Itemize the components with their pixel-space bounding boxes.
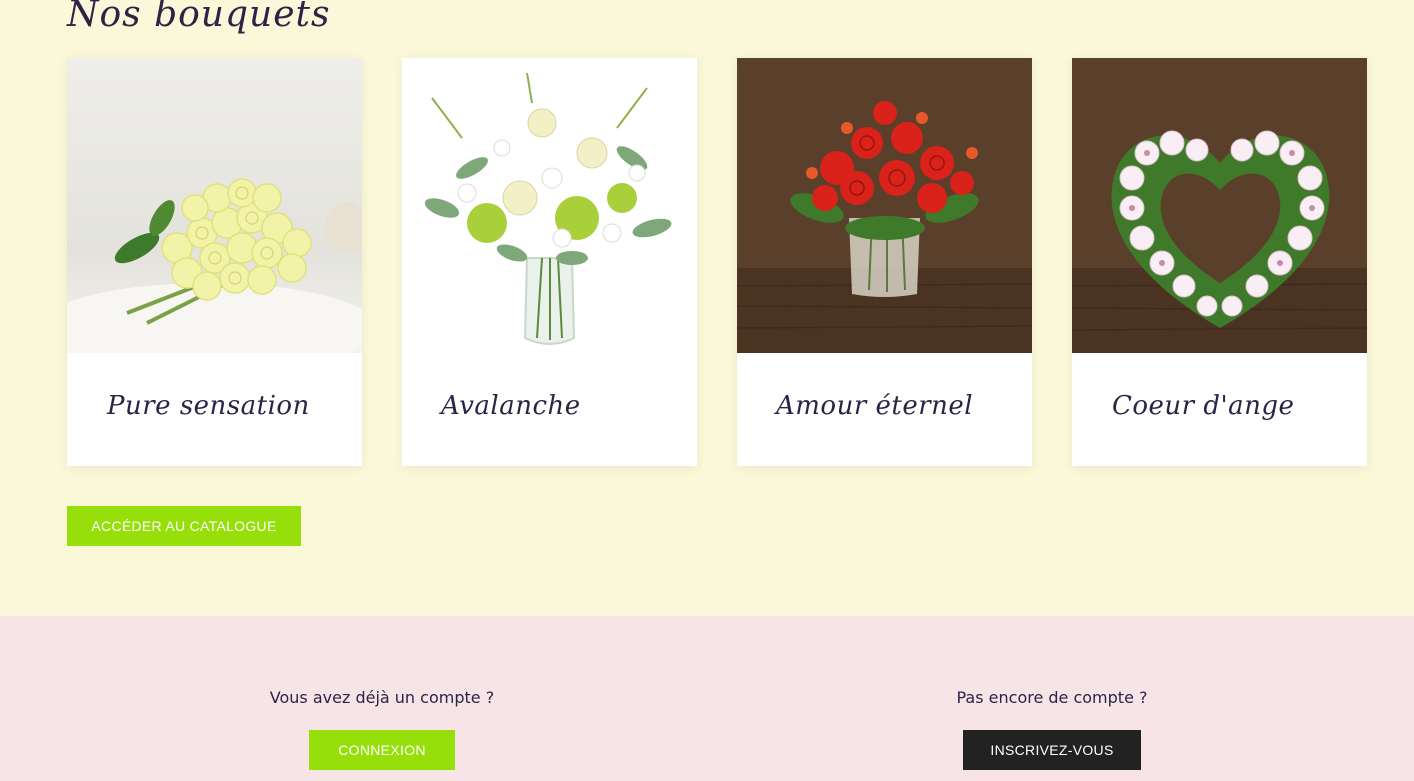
- bouquet-title[interactable]: Avalanche: [441, 391, 581, 421]
- catalogue-button[interactable]: ACCÉDER AU CATALOGUE: [67, 506, 301, 546]
- bouquet-card-pure-sensation[interactable]: Pure sensation: [67, 58, 362, 466]
- bouquet-title[interactable]: Coeur d'ange: [1112, 391, 1294, 421]
- signup-button[interactable]: INSCRIVEZ-VOUS: [963, 730, 1141, 770]
- bouquet-image-white-roses[interactable]: [67, 58, 362, 353]
- bouquet-card-coeur-dange[interactable]: Coeur d'ange: [1072, 58, 1367, 466]
- bouquet-image-avalanche[interactable]: [402, 58, 697, 353]
- existing-account-prompt: Vous avez déjà un compte ?: [269, 688, 495, 707]
- bouquet-card-amour-eternel[interactable]: Amour éternel: [737, 58, 1032, 466]
- login-button[interactable]: CONNEXION: [309, 730, 455, 770]
- section-title: Nos bouquets: [67, 0, 331, 35]
- bouquet-title[interactable]: Amour éternel: [776, 391, 973, 421]
- bouquet-title[interactable]: Pure sensation: [107, 391, 310, 421]
- bouquet-image-red-roses[interactable]: [737, 58, 1032, 353]
- bouquet-image-heart-wreath[interactable]: [1072, 58, 1367, 353]
- bouquet-card-avalanche[interactable]: Avalanche: [402, 58, 697, 466]
- account-section: Vous avez déjà un compte ? CONNEXION Pas…: [0, 616, 1414, 781]
- bouquets-section: Nos bouquets Pure sensation Avalanche Am…: [0, 0, 1414, 616]
- new-account-prompt: Pas encore de compte ?: [956, 688, 1148, 707]
